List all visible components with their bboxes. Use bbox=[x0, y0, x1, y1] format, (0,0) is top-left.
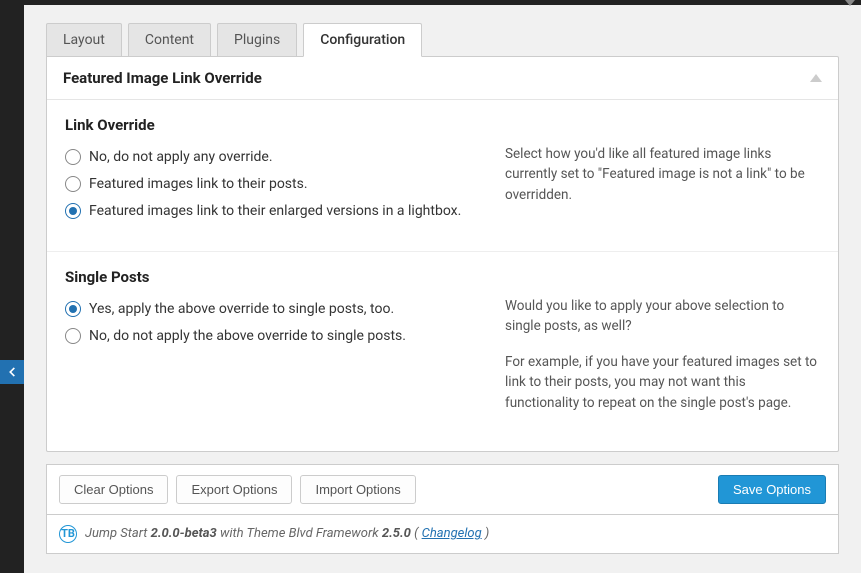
radio-icon bbox=[65, 176, 81, 192]
changelog-link[interactable]: Changelog bbox=[422, 526, 482, 541]
export-options-button[interactable]: Export Options bbox=[176, 475, 292, 504]
footer-framework-version: 2.5.0 bbox=[382, 526, 411, 541]
radio-label: Featured images link to their posts. bbox=[89, 175, 475, 194]
radio-label: Yes, apply the above override to single … bbox=[89, 300, 475, 319]
tab-layout[interactable]: Layout bbox=[46, 23, 122, 57]
single-posts-heading: Single Posts bbox=[65, 268, 475, 286]
footer-version: 2.0.0-beta3 bbox=[151, 526, 217, 541]
radio-label: No, do not apply any override. bbox=[89, 148, 475, 167]
single-posts-help-2: For example, if you have your featured i… bbox=[505, 352, 820, 413]
tab-configuration[interactable]: Configuration bbox=[303, 23, 422, 57]
footer-paren-open: ( bbox=[414, 526, 418, 541]
framework-footer: TB Jump Start 2.0.0-beta3 with Theme Blv… bbox=[46, 515, 839, 554]
radio-icon bbox=[65, 301, 81, 317]
chevron-left-icon bbox=[5, 365, 19, 379]
tab-bar: Layout Content Plugins Configuration bbox=[46, 23, 839, 57]
radio-override-posts[interactable]: Featured images link to their posts. bbox=[65, 175, 475, 194]
admin-menu-strip bbox=[0, 0, 24, 573]
settings-panel: Featured Image Link Override Link Overri… bbox=[46, 56, 839, 452]
footer-paren-close: ) bbox=[485, 526, 489, 541]
collapse-icon bbox=[810, 74, 822, 82]
radio-label: No, do not apply the above override to s… bbox=[89, 327, 475, 346]
panel-title: Featured Image Link Override bbox=[63, 69, 262, 87]
save-options-button[interactable]: Save Options bbox=[718, 475, 826, 504]
collapse-menu-button[interactable] bbox=[0, 360, 24, 384]
radio-override-none[interactable]: No, do not apply any override. bbox=[65, 148, 475, 167]
clear-options-button[interactable]: Clear Options bbox=[59, 475, 168, 504]
radio-single-no[interactable]: No, do not apply the above override to s… bbox=[65, 327, 475, 346]
footer-with: with Theme Blvd Framework bbox=[220, 526, 379, 541]
link-override-heading: Link Override bbox=[65, 116, 475, 134]
footer-intro: Jump Start bbox=[85, 526, 147, 541]
import-options-button[interactable]: Import Options bbox=[300, 475, 415, 504]
tab-plugins[interactable]: Plugins bbox=[217, 23, 297, 57]
section-single-posts: Single Posts Yes, apply the above overri… bbox=[47, 252, 838, 451]
radio-single-yes[interactable]: Yes, apply the above override to single … bbox=[65, 300, 475, 319]
section-link-override: Link Override No, do not apply any overr… bbox=[47, 100, 838, 252]
tab-content[interactable]: Content bbox=[128, 23, 211, 57]
radio-label: Featured images link to their enlarged v… bbox=[89, 202, 475, 221]
single-posts-help-1: Would you like to apply your above selec… bbox=[505, 296, 820, 337]
radio-icon bbox=[65, 328, 81, 344]
link-override-help: Select how you'd like all featured image… bbox=[505, 144, 820, 205]
radio-icon bbox=[65, 149, 81, 165]
themeblvd-icon: TB bbox=[59, 525, 77, 543]
radio-icon bbox=[65, 203, 81, 219]
panel-header[interactable]: Featured Image Link Override bbox=[47, 57, 838, 100]
radio-override-lightbox[interactable]: Featured images link to their enlarged v… bbox=[65, 202, 475, 221]
action-bar: Clear Options Export Options Import Opti… bbox=[46, 464, 839, 515]
